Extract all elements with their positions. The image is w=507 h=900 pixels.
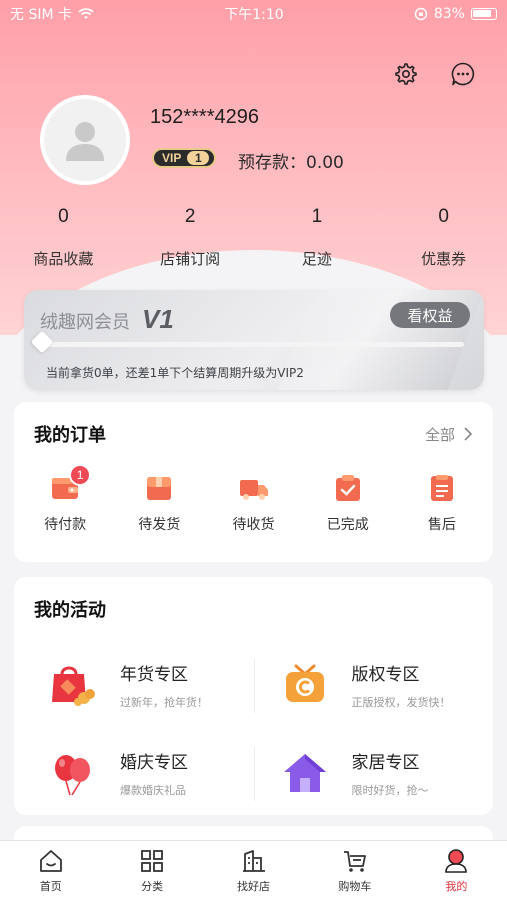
- stat-footprints[interactable]: 1 足迹: [254, 206, 381, 269]
- copyright-tv-icon: [285, 664, 324, 702]
- default-avatar-icon: [66, 122, 104, 161]
- order-after-sales[interactable]: 售后: [395, 466, 489, 534]
- cart-icon: [343, 851, 366, 872]
- order-to-receive[interactable]: 待收货: [206, 466, 300, 534]
- order-completed[interactable]: 已完成: [301, 466, 395, 534]
- user-phone: 152****4296: [150, 106, 259, 128]
- activity-copyright[interactable]: 版权专区 正版授权，发货快！: [253, 641, 494, 729]
- activity-title: 婚庆专区: [120, 753, 188, 773]
- membership-tip: 当前拿货0单，还差1单下个结算周期升级为VIP2: [46, 366, 304, 380]
- document-icon: [430, 475, 453, 501]
- divider: [253, 747, 255, 801]
- order-label: 待发货: [138, 517, 181, 533]
- avatar[interactable]: [40, 95, 130, 185]
- membership-title: 绒趣网会员 V1: [40, 304, 174, 335]
- order-label: 待收货: [232, 517, 275, 533]
- new-year-bag-icon: [52, 666, 95, 706]
- my-activities-card: 我的活动 年货专区 过新年，抢年货！ 版权专区 正版授权，发货快！ 婚庆专区 爆…: [14, 577, 493, 815]
- store-icon: [242, 850, 265, 872]
- stat-subscriptions[interactable]: 2 店铺订阅: [127, 206, 254, 269]
- bottom-tab-bar: 首页 分类 找好店 购物车 我的: [0, 840, 507, 900]
- membership-name: 绒趣网会员: [40, 312, 130, 333]
- tab-label: 找好店: [237, 880, 271, 893]
- balloon-icon: [55, 755, 90, 796]
- order-label: 售后: [427, 517, 456, 533]
- activity-subtitle: 限时好货，抢～: [351, 784, 429, 797]
- my-orders-card: 我的订单 全部 1 待付款 待发货 待收货 已完成 售后: [14, 402, 493, 562]
- messages-button[interactable]: [449, 60, 477, 88]
- view-all-orders-link[interactable]: 全部: [425, 424, 473, 445]
- membership-card[interactable]: 绒趣网会员 V1 看权益 当前拿货0单，还差1单下个结算周期升级为VIP2: [24, 290, 484, 390]
- home-icon: [39, 850, 62, 872]
- stat-number: 1: [311, 206, 323, 227]
- stat-number: 2: [184, 206, 196, 227]
- tab-label: 首页: [39, 880, 62, 893]
- tab-cart[interactable]: 购物车: [304, 841, 405, 900]
- battery-percent: 83%: [433, 6, 465, 22]
- order-label: 待付款: [44, 517, 87, 533]
- vip-label: VIP: [162, 151, 182, 165]
- truck-icon: [239, 480, 268, 500]
- activity-wedding[interactable]: 婚庆专区 爆款婚庆礼品: [14, 729, 254, 817]
- order-label: 已完成: [326, 517, 369, 533]
- chevron-right-icon: [464, 427, 473, 441]
- settings-button[interactable]: [391, 60, 419, 88]
- tab-find-store[interactable]: 找好店: [203, 841, 304, 900]
- activity-home[interactable]: 家居专区 限时好货，抢～: [253, 729, 494, 817]
- tab-category[interactable]: 分类: [101, 841, 202, 900]
- deposit-balance: 预存款：0.00: [238, 153, 344, 173]
- membership-progress-bar: [42, 342, 464, 347]
- order-pending-payment[interactable]: 1 待付款: [18, 464, 112, 534]
- chat-bubble-icon: [451, 62, 475, 86]
- tab-label: 分类: [141, 880, 164, 893]
- carrier-text: 无 SIM 卡: [10, 7, 72, 23]
- divider: [253, 659, 255, 713]
- view-all-label: 全部: [424, 425, 455, 444]
- stat-favorites[interactable]: 0 商品收藏: [0, 206, 127, 269]
- vip-badge: VIP 1: [152, 148, 216, 168]
- battery-icon: [470, 8, 497, 20]
- box-icon: [147, 477, 172, 500]
- activity-new-year[interactable]: 年货专区 过新年，抢年货！: [14, 641, 254, 729]
- user-stats: 0 商品收藏 2 店铺订阅 1 足迹 0 优惠券: [0, 206, 507, 269]
- activity-subtitle: 爆款婚庆礼品: [120, 784, 186, 797]
- stat-label: 店铺订阅: [160, 250, 221, 268]
- tab-home[interactable]: 首页: [0, 841, 101, 900]
- stat-coupons[interactable]: 0 优惠券: [380, 206, 507, 269]
- activity-subtitle: 正版授权，发货快！: [351, 696, 451, 709]
- stat-label: 优惠券: [421, 250, 467, 268]
- pending-payment-badge: 1: [69, 464, 92, 486]
- tab-label: 购物车: [338, 880, 372, 893]
- vip-level: 1: [187, 151, 210, 165]
- order-to-ship[interactable]: 待发货: [112, 466, 206, 534]
- activity-subtitle: 过新年，抢年货！: [120, 696, 208, 709]
- activities-title: 我的活动: [34, 600, 106, 621]
- activity-title: 家居专区: [351, 753, 420, 773]
- activity-title: 年货专区: [120, 665, 188, 685]
- stat-label: 足迹: [301, 250, 332, 268]
- status-bar: 无 SIM 卡 下午1:10 83%: [0, 0, 507, 28]
- status-time: 下午1:10: [224, 7, 284, 23]
- clipboard-check-icon: [335, 475, 360, 501]
- wifi-icon: [78, 8, 94, 19]
- stat-number: 0: [58, 206, 69, 227]
- house-icon: [283, 754, 326, 792]
- orders-title: 我的订单: [34, 425, 106, 446]
- activity-title: 版权专区: [351, 665, 420, 685]
- gear-icon: [395, 63, 417, 85]
- tab-label: 我的: [445, 880, 468, 893]
- orientation-lock-icon: [414, 7, 428, 21]
- stat-label: 商品收藏: [33, 250, 94, 268]
- stat-number: 0: [438, 206, 449, 227]
- membership-level: V1: [142, 304, 174, 334]
- grid-icon: [141, 850, 164, 872]
- view-benefits-button[interactable]: 看权益: [390, 302, 470, 328]
- tab-mine[interactable]: 我的: [406, 841, 507, 900]
- user-icon: [445, 849, 468, 873]
